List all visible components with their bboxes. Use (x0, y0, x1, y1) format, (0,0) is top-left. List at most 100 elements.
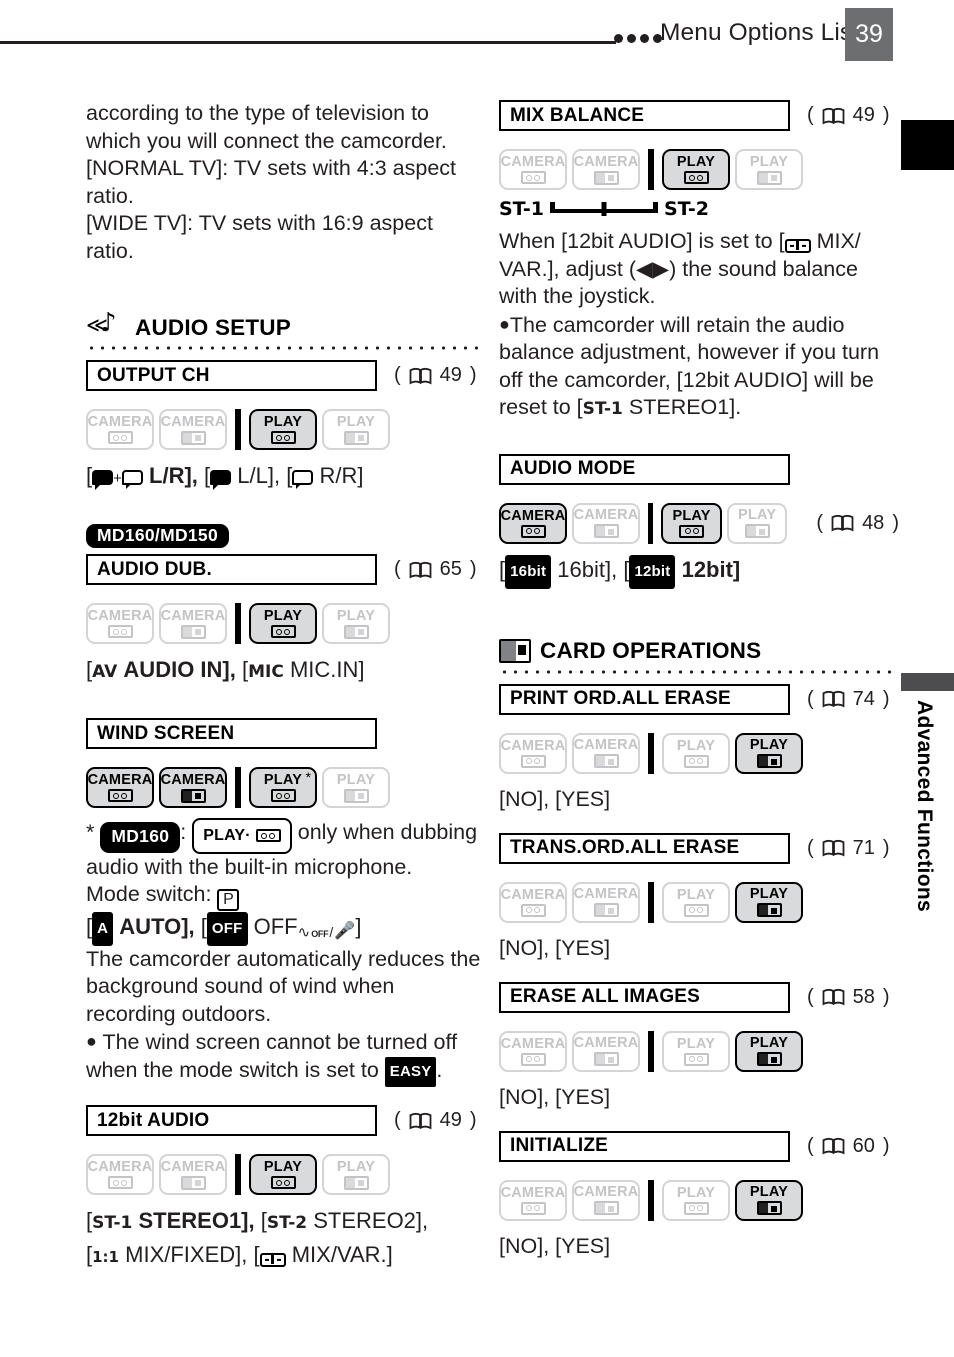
intro-paragraph-1: according to the type of television to w… (86, 101, 447, 153)
tape-glyph (107, 789, 133, 802)
card-glyph (756, 903, 782, 917)
mix-balance-slider[interactable]: ST-1 ST-2 (499, 198, 899, 220)
badge-separator (648, 149, 654, 190)
tape-glyph (270, 625, 296, 638)
badge-label: PLAY (749, 1184, 789, 1200)
badge-camera-card: CAMERA (572, 1030, 640, 1072)
bullet-icon: ● (86, 1031, 97, 1052)
page-reference[interactable]: ( 49 ) (394, 1109, 477, 1132)
badge-play-tape: PLAY (662, 881, 730, 923)
card-glyph (180, 1175, 206, 1190)
menu-item-wind-screen[interactable]: WIND SCREEN (86, 718, 486, 749)
badge-label: CAMERA (500, 1035, 566, 1052)
open-paren: ( (394, 1109, 401, 1132)
intro-paragraph-3: [WIDE TV]: TV sets with 16:9 aspect rati… (86, 211, 433, 263)
badge-camera-card: CAMERA (572, 881, 640, 923)
page-reference-number: 74 (852, 687, 875, 710)
badge-camera-card: CAMERA (572, 732, 640, 774)
page-reference[interactable]: ( 48 ) (816, 512, 899, 535)
menu-item-trans-ord-all-erase[interactable]: TRANS.ORD.ALL ERASE ( 71 ) (499, 832, 899, 864)
badge-label: CAMERA (573, 737, 639, 753)
section-heading-audio-setup: ≪ ♪ AUDIO SETUP (86, 309, 486, 339)
card-glyph (593, 170, 619, 185)
badge-camera-card: CAMERA (572, 149, 640, 190)
speaker-right-icon (292, 470, 314, 489)
option-value: 12bit] (681, 556, 741, 582)
badge-separator (235, 603, 241, 644)
close-paren: ) (882, 1134, 890, 1157)
menu-item-initialize[interactable]: INITIALIZE ( 60 ) (499, 1130, 899, 1162)
page-reference[interactable]: ( 71 ) (807, 837, 890, 860)
badge-label: CAMERA (160, 607, 226, 624)
tape-glyph (520, 171, 546, 184)
badge-label: CAMERA (87, 608, 153, 624)
menu-item-mix-balance[interactable]: MIX BALANCE ( 49 ) (499, 100, 899, 131)
badge-camera-card: CAMERA (159, 767, 227, 808)
badge-camera-card: CAMERA (159, 603, 227, 644)
menu-item-12bit-audio[interactable]: 12bit AUDIO ( 49 ) (86, 1105, 486, 1137)
menu-item-print-ord-all-erase[interactable]: PRINT ORD.ALL ERASE ( 74 ) (499, 683, 899, 715)
mode-switch-label: Mode switch: (86, 882, 212, 906)
badge-label: PLAY (676, 154, 716, 170)
badge-label: PLAY (336, 607, 376, 624)
badge-label: CAMERA (500, 886, 566, 903)
tape-glyph (520, 1201, 546, 1215)
page-number: 39 (845, 8, 893, 61)
mix-balance-track[interactable] (549, 202, 658, 216)
av-tag: AV (92, 662, 118, 682)
page-reference[interactable]: ( 58 ) (807, 986, 890, 1009)
menu-item-label: 12bit AUDIO (86, 1105, 377, 1137)
open-paren: ( (807, 687, 814, 710)
badge-camera-tape: CAMERA (86, 767, 154, 808)
menu-item-erase-all-images[interactable]: ERASE ALL IMAGES ( 58 ) (499, 981, 899, 1013)
badge-label: PLAY (263, 772, 303, 788)
mode-badge-row: CAMERA CAMERA PLAY PLAY (499, 149, 899, 190)
wind-off-mic-icon: ∿ OFF / 🎤 (297, 920, 356, 941)
badge-play-card: PLAY (322, 767, 390, 808)
menu-item-audio-mode[interactable]: AUDIO MODE (499, 453, 899, 485)
menu-item-audio-dub[interactable]: AUDIO DUB. ( 65 ) (86, 554, 486, 585)
card-glyph (180, 788, 206, 803)
option-value: AUDIO IN], (123, 657, 236, 682)
book-icon (409, 561, 432, 579)
header-dots-decoration (614, 34, 662, 43)
page-reference[interactable]: ( 74 ) (807, 688, 890, 711)
tape-glyph (270, 431, 296, 444)
badge-label: PLAY (263, 1159, 303, 1176)
slider-thumb[interactable] (601, 202, 607, 216)
close-paren: ) (882, 985, 890, 1008)
page-reference[interactable]: ( 65 ) (394, 558, 477, 581)
mode-badge-row: CAMERA CAMERA PLAY PLAY (86, 1154, 486, 1196)
mode-switch-p-icon: P (217, 888, 240, 911)
page-reference[interactable]: ( 49 ) (807, 104, 890, 127)
badge-label: CAMERA (573, 1184, 639, 1200)
colon: : (180, 820, 187, 844)
badge-play-card: PLAY (322, 603, 390, 644)
right-column: MIX BALANCE ( 49 ) CAMERA CAMERA PLAY PL… (499, 100, 899, 1262)
menu-item-label: OUTPUT CH (86, 360, 377, 391)
option-values-print-ord-all-erase: [NO], [YES] (499, 786, 611, 811)
tape-glyph (520, 1052, 546, 1066)
badge-camera-tape: CAMERA (86, 409, 154, 450)
badge-label: PLAY (263, 608, 303, 624)
page-reference-number: 65 (439, 558, 462, 580)
option-value: AUTO], (119, 913, 195, 939)
badge-camera-tape: CAMERA (86, 603, 154, 644)
badge-camera-card: CAMERA (572, 502, 640, 544)
close-paren: ) (469, 364, 477, 386)
st2-tag: ST-2 (266, 1213, 308, 1234)
menu-item-output-ch[interactable]: OUTPUT CH ( 49 ) (86, 360, 486, 391)
badge-play-tape: PLAY (661, 502, 722, 544)
page-reference[interactable]: ( 60 ) (807, 1135, 890, 1158)
tape-glyph (270, 789, 296, 802)
badge-play-tape: * PLAY (249, 767, 317, 808)
badge-label: CAMERA (160, 771, 226, 788)
badge-play-card: PLAY (735, 149, 803, 190)
badge-play-tape: PLAY (662, 732, 730, 774)
page-reference[interactable]: ( 49 ) (394, 364, 477, 387)
badge-label: CAMERA (87, 772, 153, 788)
badge-label: CAMERA (573, 153, 639, 170)
close-paren: ) (882, 687, 890, 710)
mode-badge-row: CAMERA CAMERA PLAY PLAY ( 48 ) (499, 502, 899, 544)
st1-tag: ST-1 (92, 1213, 133, 1234)
